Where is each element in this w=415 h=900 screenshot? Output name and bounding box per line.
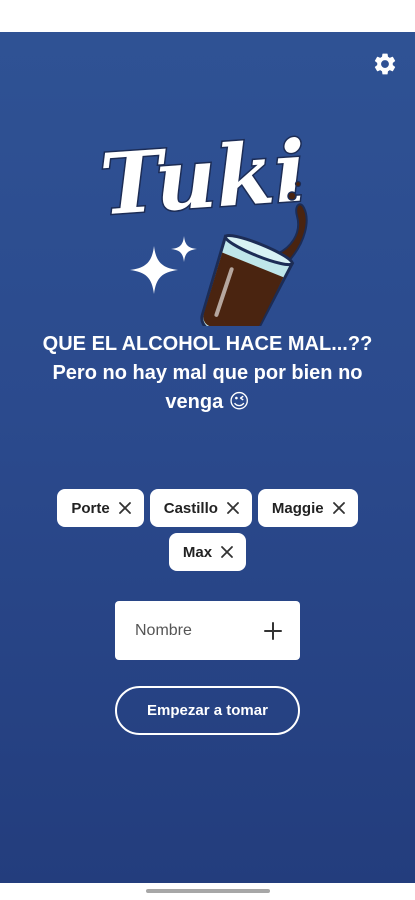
player-chip: Porte — [57, 489, 144, 527]
glass-icon — [200, 233, 295, 326]
start-button[interactable]: Empezar a tomar — [115, 686, 300, 735]
close-icon[interactable] — [118, 501, 132, 515]
player-name: Castillo — [163, 499, 218, 517]
main-screen: Tuki QUE EL ALCOHOL HACE MAL...?? Pero n… — [0, 32, 415, 883]
svg-text:Tuki: Tuki — [97, 121, 309, 234]
settings-button[interactable] — [370, 49, 400, 79]
player-chip: Max — [168, 533, 247, 571]
name-input[interactable] — [133, 620, 262, 641]
player-chip: Maggie — [257, 489, 358, 527]
close-icon[interactable] — [332, 501, 346, 515]
sparkle-icon — [171, 236, 197, 262]
name-field — [115, 601, 300, 660]
player-name: Maggie — [271, 499, 324, 517]
players-list: Porte Castillo Maggie Max — [36, 489, 379, 571]
tuki-logo: Tuki — [95, 120, 311, 326]
close-icon[interactable] — [220, 545, 234, 559]
navigation-bar — [0, 883, 415, 900]
status-bar — [0, 0, 415, 32]
gear-icon — [374, 53, 396, 75]
player-name: Porte — [71, 499, 110, 517]
player-chip: Castillo — [149, 489, 252, 527]
sparkle-icon — [130, 246, 178, 294]
close-icon[interactable] — [226, 501, 240, 515]
plus-icon[interactable] — [262, 620, 284, 642]
home-indicator[interactable] — [146, 889, 270, 893]
player-name: Max — [182, 543, 213, 561]
tagline: QUE EL ALCOHOL HACE MAL...?? Pero no hay… — [42, 333, 373, 413]
